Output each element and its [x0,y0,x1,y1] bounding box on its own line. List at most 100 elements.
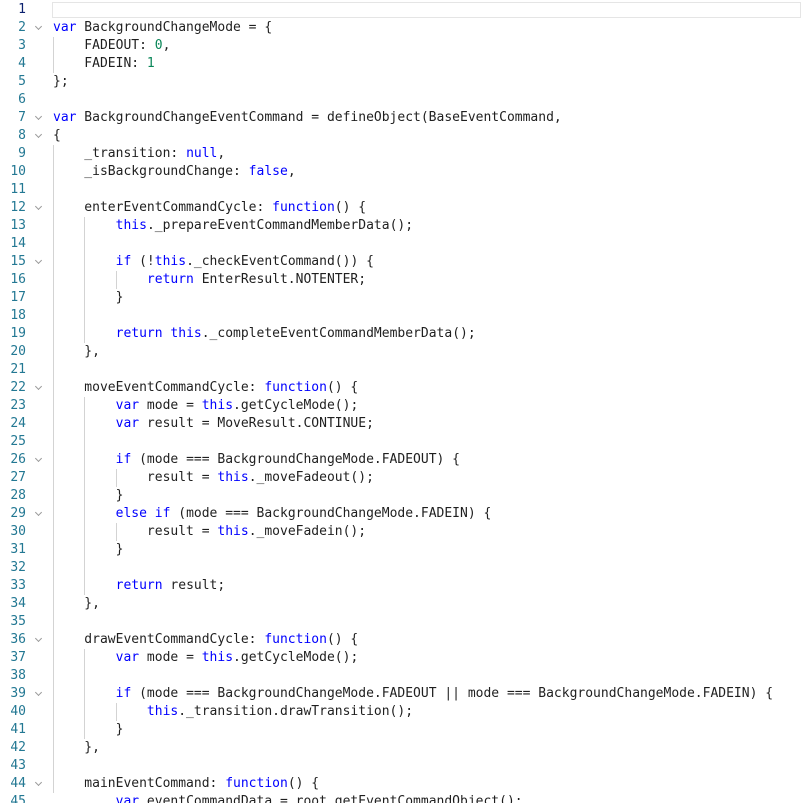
keyword-token: this [115,218,147,233]
fold-chevron-icon[interactable] [33,127,45,145]
line-number: 5 [18,74,26,89]
code-line[interactable]: 4 FADEIN: 1 [0,55,803,73]
code-line[interactable]: 5}; [0,73,803,91]
code-line[interactable]: 36 drawEventCommandCycle: function() { [0,631,803,649]
fold-chevron-icon[interactable] [33,379,45,397]
code-line[interactable]: 32 [0,559,803,577]
code-line[interactable]: 15 if (!this._checkEventCommand()) { [0,253,803,271]
code-line[interactable]: 11 [0,181,803,199]
fold-chevron-icon[interactable] [33,253,45,271]
code-line[interactable]: 19 return this._completeEventCommandMemb… [0,325,803,343]
line-number: 41 [10,722,26,737]
text-token: _isBackgroundChange: [53,164,249,179]
line-number: 44 [10,776,26,791]
fold-chevron-icon[interactable] [33,451,45,469]
code-editor[interactable]: 1 2 var BackgroundChangeMode = {3 FADEOUT:… [0,0,803,803]
code-line[interactable]: 37 var mode = this.getCycleMode(); [0,649,803,667]
code-line[interactable]: 44 mainEventCommand: function() { [0,775,803,793]
code-line[interactable]: 38 [0,667,803,685]
code-text: }, [53,739,803,757]
indent-guide [115,703,117,721]
keyword-token: var [53,20,77,35]
code-line[interactable]: 45 var eventCommandData = root.getEventC… [0,793,803,803]
code-line[interactable]: 10 _isBackgroundChange: false, [0,163,803,181]
fold-chevron-icon[interactable] [33,505,45,523]
line-number: 3 [18,38,26,53]
keyword-token: function [272,200,335,215]
keyword-token: var [53,110,77,125]
code-line[interactable]: 9 _transition: null, [0,145,803,163]
code-line[interactable]: 22 moveEventCommandCycle: function() { [0,379,803,397]
code-text: } [53,541,803,559]
text-token: }, [53,596,100,611]
code-line[interactable]: 33 return result; [0,577,803,595]
code-text: } [53,721,803,739]
code-line[interactable]: 24 var result = MoveResult.CONTINUE; [0,415,803,433]
code-line[interactable]: 25 [0,433,803,451]
text-token: enterEventCommandCycle: [53,200,273,215]
code-line[interactable]: 41 } [0,721,803,739]
code-line[interactable]: 6 [0,91,803,109]
code-line[interactable]: 39 if (mode === BackgroundChangeMode.FAD… [0,685,803,703]
fold-chevron-icon[interactable] [33,775,45,793]
text-token: mainEventCommand: [53,776,226,791]
code-line[interactable]: 31 } [0,541,803,559]
code-line[interactable]: 12 enterEventCommandCycle: function() { [0,199,803,217]
code-line[interactable]: 34 }, [0,595,803,613]
indent-guide [115,271,117,289]
line-number: 40 [10,704,26,719]
keyword-token: this [217,470,249,485]
line-number: 4 [18,56,26,71]
code-line[interactable]: 16 return EnterResult.NOTENTER; [0,271,803,289]
line-number: 17 [10,290,26,305]
code-line[interactable]: 18 [0,307,803,325]
code-line[interactable]: 3 FADEOUT: 0, [0,37,803,55]
line-number: 13 [10,218,26,233]
line-number: 23 [10,398,26,413]
fold-chevron-icon[interactable] [33,631,45,649]
code-line[interactable]: 14 [0,235,803,253]
text-token: ._checkEventCommand()) { [186,254,374,269]
code-line[interactable]: 40 this._transition.drawTransition(); [0,703,803,721]
code-text: _transition: null, [53,145,803,163]
code-line[interactable]: 26 if (mode === BackgroundChangeMode.FAD… [0,451,803,469]
text-token: , [217,146,226,161]
fold-chevron-icon[interactable] [33,199,45,217]
text-token: }; [53,74,69,89]
code-line[interactable]: 35 [0,613,803,631]
text-token: mode = [139,650,202,665]
code-text: else if (mode === BackgroundChangeMode.F… [53,505,803,523]
code-line[interactable]: 20 }, [0,343,803,361]
code-line[interactable]: 7 var BackgroundChangeEventCommand = defi… [0,109,803,127]
line-number: 30 [10,524,26,539]
code-line[interactable]: 8{ [0,127,803,145]
code-text: this._transition.drawTransition(); [53,703,803,721]
code-line[interactable]: 28 } [0,487,803,505]
code-line[interactable]: 17 } [0,289,803,307]
code-line[interactable]: 1 [0,1,803,19]
line-number: 11 [10,182,26,197]
fold-chevron-icon[interactable] [33,109,45,127]
code-line[interactable]: 21 [0,361,803,379]
code-line[interactable]: 42 }, [0,739,803,757]
line-number: 7 [18,110,26,125]
code-line[interactable]: 2 var BackgroundChangeMode = { [0,19,803,37]
text-token: .getCycleMode(); [233,650,359,665]
keyword-token: if [115,254,132,269]
keyword-token: function [264,380,327,395]
indent-guide [53,37,54,73]
code-line[interactable]: 13 this._prepareEventCommandMemberData()… [0,217,803,235]
code-text: var mode = this.getCycleMode(); [53,649,803,667]
code-line[interactable]: 27 result = this._moveFadeout(); [0,469,803,487]
keyword-token: function [225,776,288,791]
code-text: { [53,127,803,145]
fold-chevron-icon[interactable] [33,685,45,703]
code-line[interactable]: 30 result = this._moveFadein(); [0,523,803,541]
keyword-token: this [154,254,187,269]
text-token: (mode === BackgroundChangeMode.FADEOUT) … [131,452,461,467]
code-text: if (mode === BackgroundChangeMode.FADEOU… [53,451,803,469]
code-line[interactable]: 29 else if (mode === BackgroundChangeMod… [0,505,803,523]
code-line[interactable]: 23 var mode = this.getCycleMode(); [0,397,803,415]
fold-chevron-icon[interactable] [33,19,45,37]
code-line[interactable]: 43 [0,757,803,775]
